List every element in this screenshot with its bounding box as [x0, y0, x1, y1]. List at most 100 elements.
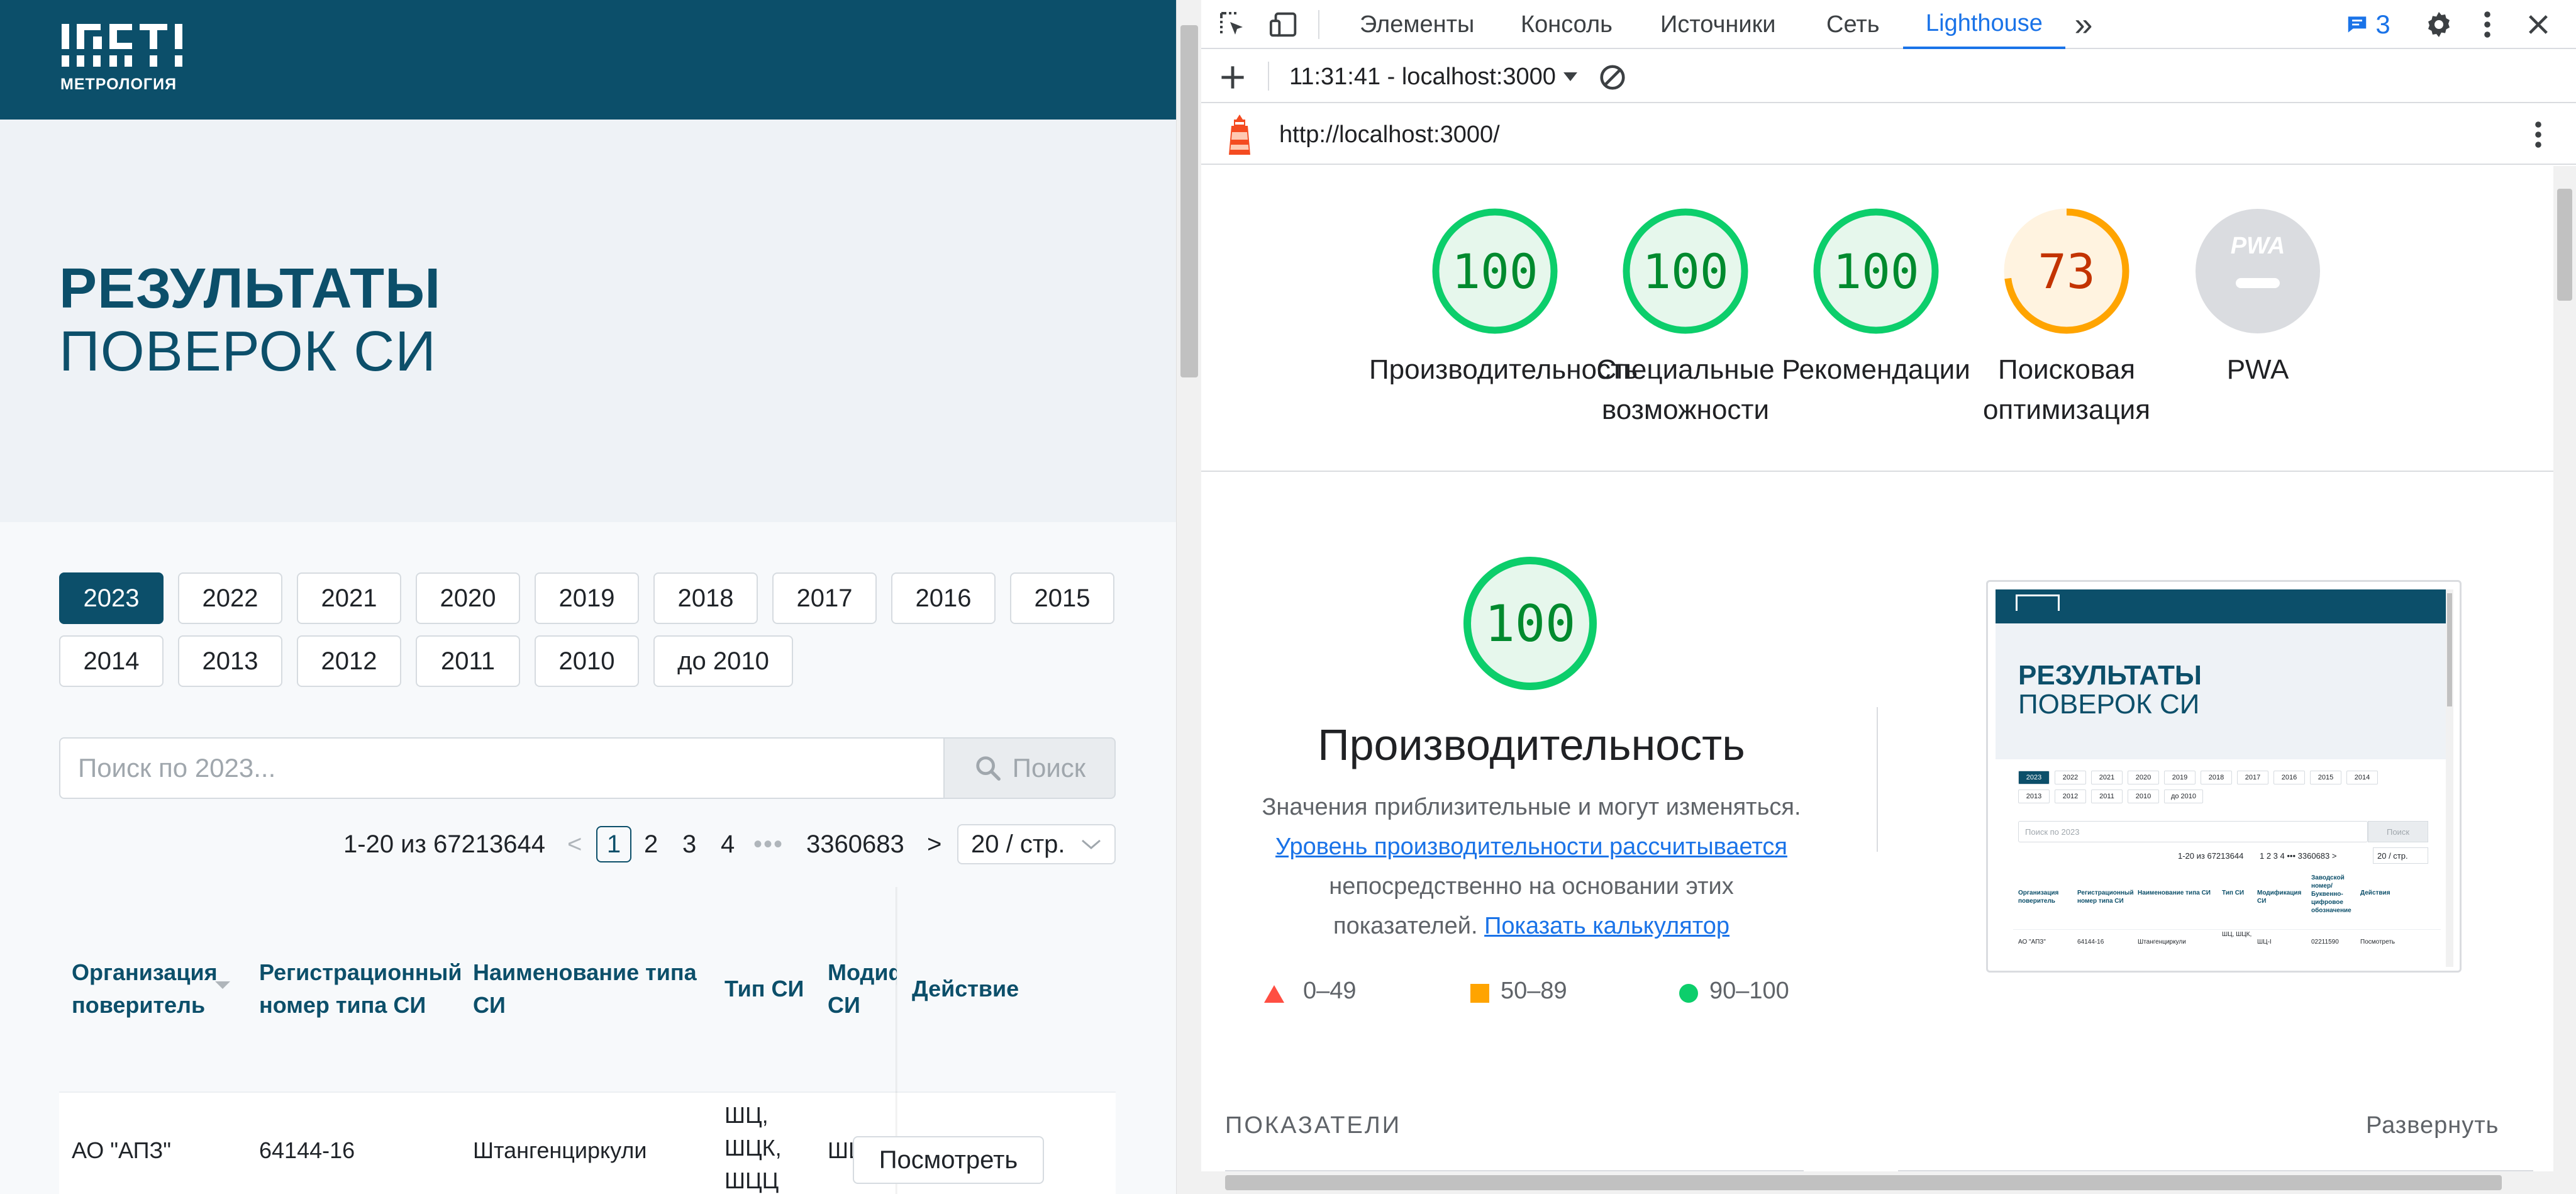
legend-range: 50–89 — [1501, 978, 1567, 1004]
header-mod[interactable]: Модиф СИ — [828, 956, 897, 1022]
year-button[interactable]: 2018 — [653, 572, 758, 624]
header-reg[interactable]: Регистрационный номер типа СИ — [259, 956, 462, 1022]
year-button[interactable]: 2022 — [178, 572, 282, 624]
header-mod-line1: Модиф — [828, 959, 897, 985]
page-size-value: 20 / стр. — [971, 830, 1065, 858]
score-gauge-value: 73 — [2038, 243, 2096, 299]
session-label: 11:31:41 - localhost:3000 — [1289, 63, 1556, 90]
header-reg-line1: Регистрационный — [259, 959, 462, 985]
thumb-year-button: 2013 — [2018, 789, 2050, 803]
devtools-scrollbar-thumb[interactable] — [2557, 189, 2572, 301]
year-button[interactable]: 2023 — [59, 572, 164, 624]
more-tabs-icon[interactable]: » — [2068, 0, 2099, 49]
lighthouse-session-bar: 11:31:41 - localhost:3000 — [1201, 50, 2576, 103]
thumb-table-header: Модификация СИ — [2257, 890, 2302, 905]
page-scrollbar[interactable] — [1176, 0, 1201, 1194]
issues-button[interactable]: 3 — [2333, 0, 2402, 49]
pagination-page-2[interactable]: 2 — [644, 824, 658, 864]
tab-console[interactable]: Консоль — [1521, 0, 1613, 49]
clear-block-icon[interactable] — [1594, 53, 1631, 102]
cell-type-line1: ШЦ, — [724, 1102, 769, 1128]
pagination-ellipsis[interactable]: ••• — [753, 824, 784, 864]
header-org[interactable]: Организация поверитель — [72, 956, 218, 1022]
search-icon — [976, 756, 1001, 781]
year-button[interactable]: 2014 — [59, 635, 164, 687]
tab-sources[interactable]: Источники — [1660, 0, 1775, 49]
score-gauge-value: 100 — [1833, 243, 1919, 299]
sort-down-icon[interactable] — [214, 980, 231, 990]
pagination-last-page[interactable]: 3360683 — [806, 824, 904, 864]
thumb-page-size: 20 / стр. — [2373, 847, 2428, 864]
header-org-line2: поверитель — [72, 992, 206, 1018]
header-reg-line2: номер типа СИ — [259, 992, 426, 1018]
score-gauge-label[interactable]: возможности — [1560, 390, 1811, 430]
logo-mark-icon — [62, 24, 182, 67]
thumb-table-cell: Штангенциркули — [2138, 939, 2186, 946]
devtools-scrollbar[interactable] — [2553, 166, 2576, 1194]
header-name-line1: Наименование типа — [473, 959, 697, 985]
pwa-badge-text: PWA — [2230, 233, 2285, 259]
logo[interactable]: МЕТРОЛОГИЯ — [60, 23, 186, 98]
pagination-page-4[interactable]: 4 — [721, 824, 735, 864]
thumb-year-button: 2014 — [2346, 771, 2378, 784]
pagination-page-3[interactable]: 3 — [682, 824, 696, 864]
site-header: МЕТРОЛОГИЯ — [0, 0, 1176, 120]
thumb-header — [1996, 589, 2446, 623]
close-icon[interactable] — [2519, 0, 2557, 49]
triangle-down-icon — [1563, 72, 1577, 81]
url-bar-menu-icon[interactable] — [2519, 104, 2557, 165]
year-button[interactable]: 2010 — [535, 635, 639, 687]
year-button[interactable]: 2021 — [297, 572, 401, 624]
thumb-year-button: 2011 — [2091, 789, 2123, 803]
score-gauge-label[interactable]: оптимизация — [1941, 390, 2192, 430]
year-button[interactable]: 2013 — [178, 635, 282, 687]
year-button[interactable]: 2020 — [416, 572, 520, 624]
circle-legend-icon — [1679, 984, 1698, 1003]
devtools-hscroll-thumb[interactable] — [1225, 1175, 2502, 1190]
score-gauge[interactable]: PWA — [2192, 205, 2324, 337]
kebab-menu-icon[interactable] — [2472, 0, 2503, 49]
year-button[interactable]: 2011 — [416, 635, 520, 687]
session-select[interactable]: 11:31:41 - localhost:3000 — [1289, 50, 1579, 103]
thumb-table-header: Тип СИ — [2222, 890, 2245, 896]
page-size-select[interactable]: 20 / стр. — [957, 824, 1116, 864]
inspect-element-icon[interactable] — [1214, 0, 1252, 49]
score-gauge[interactable]: 100 — [1619, 205, 1752, 337]
header-type[interactable]: Тип СИ — [724, 973, 804, 1005]
thumb-table-header: Организация поверитель — [2018, 890, 2059, 905]
year-button[interactable]: 2015 — [1010, 572, 1114, 624]
performance-big-score: 100 — [1484, 594, 1576, 653]
perf-calc-link[interactable]: Уровень производительности рассчитываетс… — [1201, 827, 1862, 867]
score-gauge[interactable]: 100 — [1810, 205, 1942, 337]
year-button[interactable]: 2019 — [535, 572, 639, 624]
pagination-page-1[interactable]: 1 — [596, 826, 631, 862]
settings-gear-icon[interactable] — [2420, 0, 2458, 49]
perf-desc-line4-text: показателей. — [1333, 913, 1478, 939]
year-button[interactable]: 2012 — [297, 635, 401, 687]
plus-icon[interactable] — [1214, 53, 1252, 102]
view-button[interactable]: Посмотреть — [853, 1136, 1044, 1184]
tab-lighthouse[interactable]: Lighthouse — [1903, 0, 2065, 49]
year-button[interactable]: 2017 — [772, 572, 877, 624]
search-input[interactable]: Поиск по 2023... — [59, 737, 945, 799]
metrics-header: ПОКАЗАТЕЛИ — [1225, 1112, 1402, 1139]
devtools-horizontal-scrollbar[interactable] — [1201, 1171, 2553, 1194]
device-toggle-icon[interactable] — [1264, 0, 1304, 49]
year-button[interactable]: до 2010 — [653, 635, 793, 687]
search-button[interactable]: Поиск — [943, 737, 1116, 799]
pagination-next-button[interactable]: > — [927, 824, 941, 864]
pagination-prev-button[interactable]: < — [567, 824, 582, 864]
score-gauge[interactable]: 100 — [1429, 205, 1561, 337]
show-calculator-link[interactable]: Показать калькулятор — [1484, 913, 1729, 939]
tab-elements[interactable]: Элементы — [1360, 0, 1474, 49]
score-gauge[interactable]: 73 — [2001, 205, 2133, 337]
header-name[interactable]: Наименование типа СИ — [473, 956, 697, 1022]
tab-network[interactable]: Сеть — [1826, 0, 1880, 49]
page-scrollbar-thumb[interactable] — [1180, 25, 1198, 377]
score-gauge-label[interactable]: PWA — [2132, 350, 2384, 390]
expand-button[interactable]: Развернуть — [2366, 1112, 2499, 1139]
page-screenshot-thumbnail[interactable]: РЕЗУЛЬТАТЫ ПОВЕРОК СИ 2023 2022 2021 2020 20… — [1986, 580, 2462, 973]
performance-title: Производительность — [1318, 720, 1745, 769]
year-button[interactable]: 2016 — [891, 572, 996, 624]
score-gauge-ring — [2196, 209, 2320, 333]
